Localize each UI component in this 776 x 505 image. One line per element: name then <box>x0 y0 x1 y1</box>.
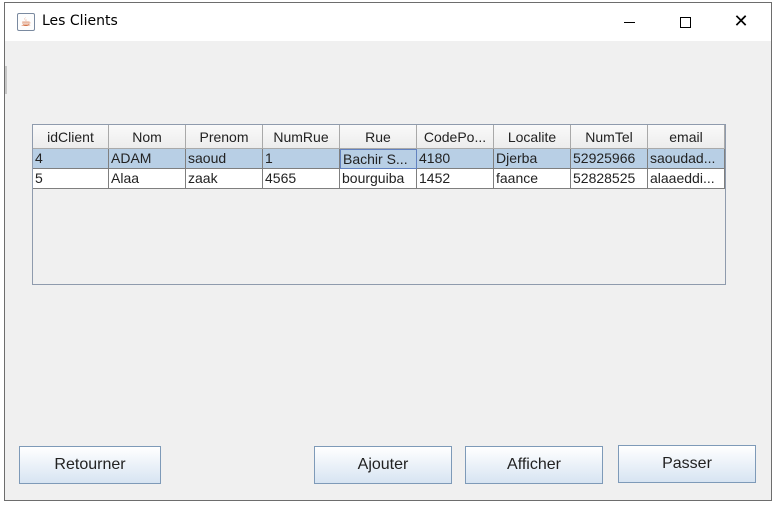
column-header-numrue[interactable]: NumRue <box>263 125 340 149</box>
cell-prenom[interactable]: saoud <box>186 149 263 169</box>
cell-codepostal[interactable]: 1452 <box>417 169 494 189</box>
minimize-button[interactable] <box>601 3 657 41</box>
close-button[interactable]: ✕ <box>713 3 769 41</box>
maximize-button[interactable] <box>657 3 713 41</box>
table-header: idClient Nom Prenom NumRue Rue CodePo...… <box>33 125 725 149</box>
column-header-nom[interactable]: Nom <box>109 125 186 149</box>
cell-localite[interactable]: Djerba <box>494 149 571 169</box>
column-header-idclient[interactable]: idClient <box>33 125 109 149</box>
les-clients-window: ☕ Les Clients ✕ idClient Nom Prenom NumR… <box>4 2 772 501</box>
cell-codepostal[interactable]: 4180 <box>417 149 494 169</box>
column-header-codepostal[interactable]: CodePo... <box>417 125 494 149</box>
column-header-numtel[interactable]: NumTel <box>571 125 648 149</box>
afficher-button[interactable]: Afficher <box>465 446 603 484</box>
column-header-localite[interactable]: Localite <box>494 125 571 149</box>
cell-email[interactable]: saoudad... <box>648 149 725 169</box>
cell-nom[interactable]: ADAM <box>109 149 186 169</box>
table-row[interactable]: 5 Alaa zaak 4565 bourguiba 1452 faance 5… <box>33 169 725 189</box>
column-header-email[interactable]: email <box>648 125 725 149</box>
cell-email[interactable]: alaaeddi... <box>648 169 725 189</box>
window-edge-marker <box>5 66 7 94</box>
maximize-icon <box>679 16 691 28</box>
window-title: Les Clients <box>42 13 118 29</box>
clients-table[interactable]: idClient Nom Prenom NumRue Rue CodePo...… <box>32 124 726 285</box>
cell-numtel[interactable]: 52925966 <box>571 149 648 169</box>
cell-numtel[interactable]: 52828525 <box>571 169 648 189</box>
cell-idclient[interactable]: 4 <box>33 149 109 169</box>
cell-rue[interactable]: bourguiba <box>340 169 417 189</box>
column-header-rue[interactable]: Rue <box>340 125 417 149</box>
ajouter-button[interactable]: Ajouter <box>314 446 452 484</box>
cell-rue[interactable]: Bachir S... <box>340 149 417 169</box>
java-coffee-icon: ☕ <box>17 13 35 31</box>
cell-numrue[interactable]: 4565 <box>263 169 340 189</box>
cell-prenom[interactable]: zaak <box>186 169 263 189</box>
minimize-icon <box>623 21 635 23</box>
passer-button[interactable]: Passer <box>618 445 756 483</box>
close-icon: ✕ <box>733 11 749 32</box>
cell-numrue[interactable]: 1 <box>263 149 340 169</box>
cell-nom[interactable]: Alaa <box>109 169 186 189</box>
cell-localite[interactable]: faance <box>494 169 571 189</box>
title-bar[interactable]: ☕ Les Clients ✕ <box>5 3 771 41</box>
table-row[interactable]: 4 ADAM saoud 1 Bachir S... 4180 Djerba 5… <box>33 149 725 169</box>
column-header-prenom[interactable]: Prenom <box>186 125 263 149</box>
cell-idclient[interactable]: 5 <box>33 169 109 189</box>
retourner-button[interactable]: Retourner <box>19 446 161 484</box>
